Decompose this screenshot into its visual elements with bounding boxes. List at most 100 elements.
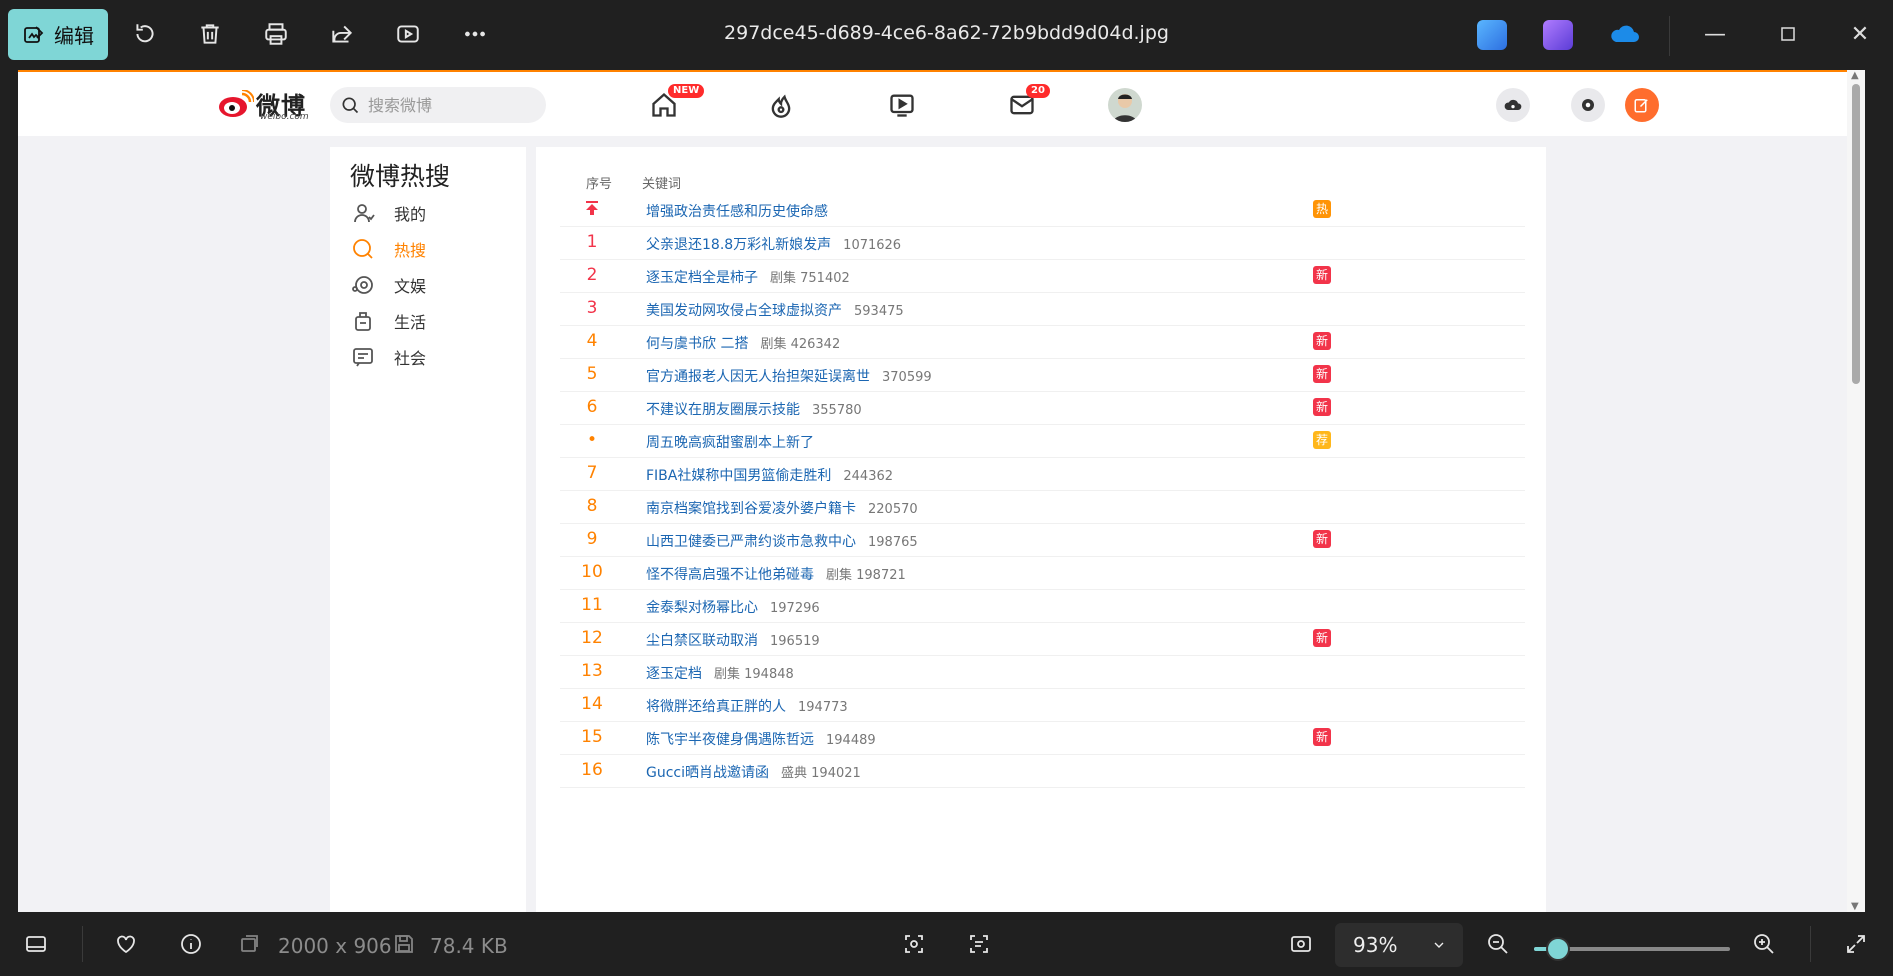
hot-keyword-text[interactable]: 金泰梨对杨幂比心 [646,600,758,616]
hot-search-row[interactable]: 7 FIBA社媒称中国男篮偷走胜利 244362 [560,457,1525,491]
hot-keyword-text[interactable]: 逐玉定档全是柿子 [646,270,758,286]
hot-search-row[interactable]: 13 逐玉定档 剧集 194848 [560,655,1525,689]
hot-keyword-text[interactable]: 山西卫健委已严肃约谈市急救中心 [646,534,856,550]
nav-hot[interactable] [763,88,799,122]
hot-keyword-link[interactable]: 陈飞宇半夜健身偶遇陈哲远 194489 [646,729,876,749]
hot-search-row[interactable]: 2 逐玉定档全是柿子 剧集 751402 新 [560,259,1525,293]
zoom-out-button[interactable] [1482,928,1514,960]
hot-keyword-link[interactable]: 山西卫健委已严肃约谈市急救中心 198765 [646,531,918,551]
hot-keyword-link[interactable]: 不建议在朋友圈展示技能 355780 [646,399,862,419]
filmstrip-button[interactable] [20,928,52,960]
scrollbar-thumb[interactable] [1852,84,1860,384]
hot-keyword-link[interactable]: 何与虞书欣 二搭 剧集 426342 [646,333,840,353]
hot-search-row[interactable]: 15 陈飞宇半夜健身偶遇陈哲远 194489 新 [560,721,1525,755]
hot-keyword-link[interactable]: 逐玉定档 剧集 194848 [646,663,794,683]
vertical-scrollbar[interactable]: ▲ ▼ [1847,70,1865,912]
share-button[interactable] [322,14,362,54]
nav-home[interactable]: NEW [646,84,705,122]
hot-keyword-text[interactable]: 逐玉定档 [646,666,702,682]
minimize-button[interactable]: — [1690,14,1740,54]
delete-button[interactable] [190,14,230,54]
weibo-search-box[interactable] [330,87,546,123]
text-scan-button[interactable] [963,928,995,960]
sidebar-item-life[interactable]: 生活 [350,305,520,337]
zoom-in-button[interactable] [1748,928,1780,960]
scroll-down-icon[interactable]: ▼ [1851,901,1859,912]
maximize-button[interactable] [1763,14,1813,54]
hot-search-row[interactable]: • 周五晚高疯甜蜜剧本上新了 荐 [560,424,1525,458]
hot-keyword-text[interactable]: 官方通报老人因无人抬担架延误离世 [646,369,870,385]
hot-keyword-text[interactable]: 怪不得高启强不让他弟碰毒 [646,567,814,583]
hot-search-row[interactable]: 12 尘白禁区联动取消 196519 新 [560,622,1525,656]
nav-messages[interactable]: 20 [1004,84,1050,122]
hot-keyword-text[interactable]: 南京档案馆找到谷爱凌外婆户籍卡 [646,501,856,517]
hot-keyword-link[interactable]: 美国发动网攻侵占全球虚拟资产 593475 [646,300,904,320]
sidebar-item-hot[interactable]: 热搜 [350,233,520,265]
image-canvas[interactable]: 微博 weibo.com NEW 20 [18,70,1865,912]
hot-keyword-text[interactable]: 增强政治责任感和历史使命感 [646,204,828,220]
hot-keyword-text[interactable]: 陈飞宇半夜健身偶遇陈哲远 [646,732,814,748]
rotate-button[interactable] [125,14,165,54]
hot-keyword-text[interactable]: 何与虞书欣 二搭 [646,336,748,352]
hot-keyword-link[interactable]: 金泰梨对杨幂比心 197296 [646,597,820,617]
zoom-slider-handle[interactable] [1545,937,1570,961]
hot-keyword-link[interactable]: 父亲退还18.8万彩礼新娘发声 1071626 [646,234,901,254]
fit-to-window-button[interactable] [1285,928,1317,960]
zoom-slider[interactable] [1534,937,1730,961]
print-button[interactable] [256,14,296,54]
onedrive-icon[interactable] [1608,20,1640,50]
sidebar-item-society[interactable]: 社会 [350,341,520,373]
favorite-button[interactable] [110,928,142,960]
hot-search-row[interactable]: 9 山西卫健委已严肃约谈市急救中心 198765 新 [560,523,1525,557]
hot-search-row[interactable]: 1 父亲退还18.8万彩礼新娘发声 1071626 [560,226,1525,260]
hot-keyword-text[interactable]: 周五晚高疯甜蜜剧本上新了 [646,435,814,451]
hot-keyword-text[interactable]: 将微胖还给真正胖的人 [646,699,786,715]
hot-search-row[interactable]: 5 官方通报老人因无人抬担架延误离世 370599 新 [560,358,1525,392]
hot-keyword-link[interactable]: 官方通报老人因无人抬担架延误离世 370599 [646,366,932,386]
user-avatar[interactable] [1108,88,1142,122]
hot-keyword-link[interactable]: 南京档案馆找到谷爱凌外婆户籍卡 220570 [646,498,918,518]
hot-search-row[interactable]: 14 将微胖还给真正胖的人 194773 [560,688,1525,722]
hot-keyword-link[interactable]: 怪不得高启强不让他弟碰毒 剧集 198721 [646,564,906,584]
visual-search-button[interactable] [898,928,930,960]
hot-keyword-text[interactable]: 不建议在朋友圈展示技能 [646,402,800,418]
sidebar-item-mine[interactable]: 我的 [350,197,520,229]
hot-search-row[interactable]: 3 美国发动网攻侵占全球虚拟资产 593475 [560,292,1525,326]
hot-keyword-text[interactable]: FIBA社媒称中国男篮偷走胜利 [646,468,831,484]
hot-keyword-link[interactable]: 将微胖还给真正胖的人 194773 [646,696,848,716]
hot-keyword-text[interactable]: 美国发动网攻侵占全球虚拟资产 [646,303,842,319]
hot-keyword-link[interactable]: FIBA社媒称中国男篮偷走胜利 244362 [646,465,893,485]
info-button[interactable] [175,928,207,960]
clipchamp-icon[interactable] [1543,20,1573,50]
hot-search-row[interactable]: 8 南京档案馆找到谷爱凌外婆户籍卡 220570 [560,490,1525,524]
hot-search-row[interactable]: 10 怪不得高启强不让他弟碰毒 剧集 198721 [560,556,1525,590]
weibo-search-input[interactable] [366,94,540,116]
hot-search-row[interactable]: 4 何与虞书欣 二搭 剧集 426342 新 [560,325,1525,359]
slideshow-button[interactable] [388,14,428,54]
edit-button[interactable]: 编辑 [8,9,108,60]
sidebar-item-entertainment[interactable]: 文娱 [350,269,520,301]
zoom-level-select[interactable]: 93% [1335,923,1463,967]
hot-search-row[interactable]: 6 不建议在朋友圈展示技能 355780 新 [560,391,1525,425]
close-button[interactable]: ✕ [1835,14,1885,54]
hot-keyword-text[interactable]: 父亲退还18.8万彩礼新娘发声 [646,237,831,253]
hot-search-row[interactable]: 16 Gucci晒肖战邀请函 盛典 194021 [560,754,1525,788]
hot-search-row[interactable]: 11 金泰梨对杨幂比心 197296 [560,589,1525,623]
weibo-compose-button[interactable] [1625,88,1659,122]
hot-keyword-text[interactable]: 尘白禁区联动取消 [646,633,758,649]
hot-search-row[interactable]: 增强政治责任感和历史使命感 热 [560,193,1525,227]
more-button[interactable] [455,14,495,54]
weibo-logo[interactable]: 微博 weibo.com [218,84,313,124]
nav-video[interactable] [884,88,920,122]
hot-keyword-link[interactable]: 尘白禁区联动取消 196519 [646,630,820,650]
hot-keyword-text[interactable]: Gucci晒肖战邀请函 [646,765,769,781]
hot-keyword-link[interactable]: 增强政治责任感和历史使命感 [646,201,828,221]
scroll-up-icon[interactable]: ▲ [1851,70,1859,81]
weibo-settings-button[interactable] [1571,88,1605,122]
hot-keyword-link[interactable]: 周五晚高疯甜蜜剧本上新了 [646,432,814,452]
fullscreen-button[interactable] [1840,928,1872,960]
weibo-cloud-button[interactable] [1496,88,1530,122]
hot-keyword-link[interactable]: 逐玉定档全是柿子 剧集 751402 [646,267,850,287]
hot-keyword-link[interactable]: Gucci晒肖战邀请函 盛典 194021 [646,762,861,782]
photo-editor-icon[interactable] [1477,20,1507,50]
